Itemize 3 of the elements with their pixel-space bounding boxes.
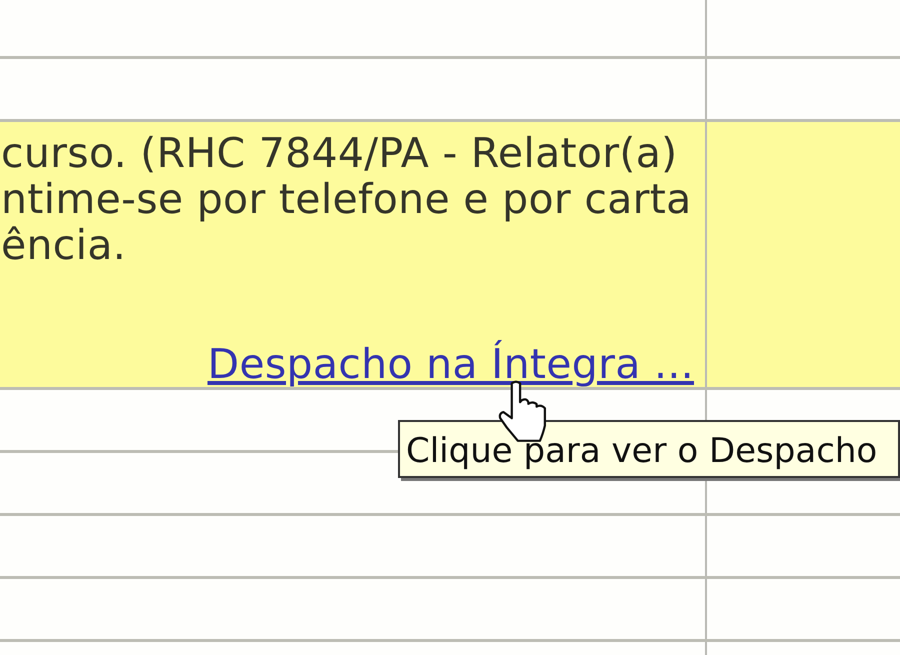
despacho-text: curso. (RHC 7844/PA - Relator(a) ntime-se por telefone e por carta ência.	[0, 128, 692, 268]
tooltip: Clique para ver o Despacho	[398, 420, 900, 478]
despacho-link[interactable]: Despacho na Íntegra ...	[207, 341, 694, 387]
